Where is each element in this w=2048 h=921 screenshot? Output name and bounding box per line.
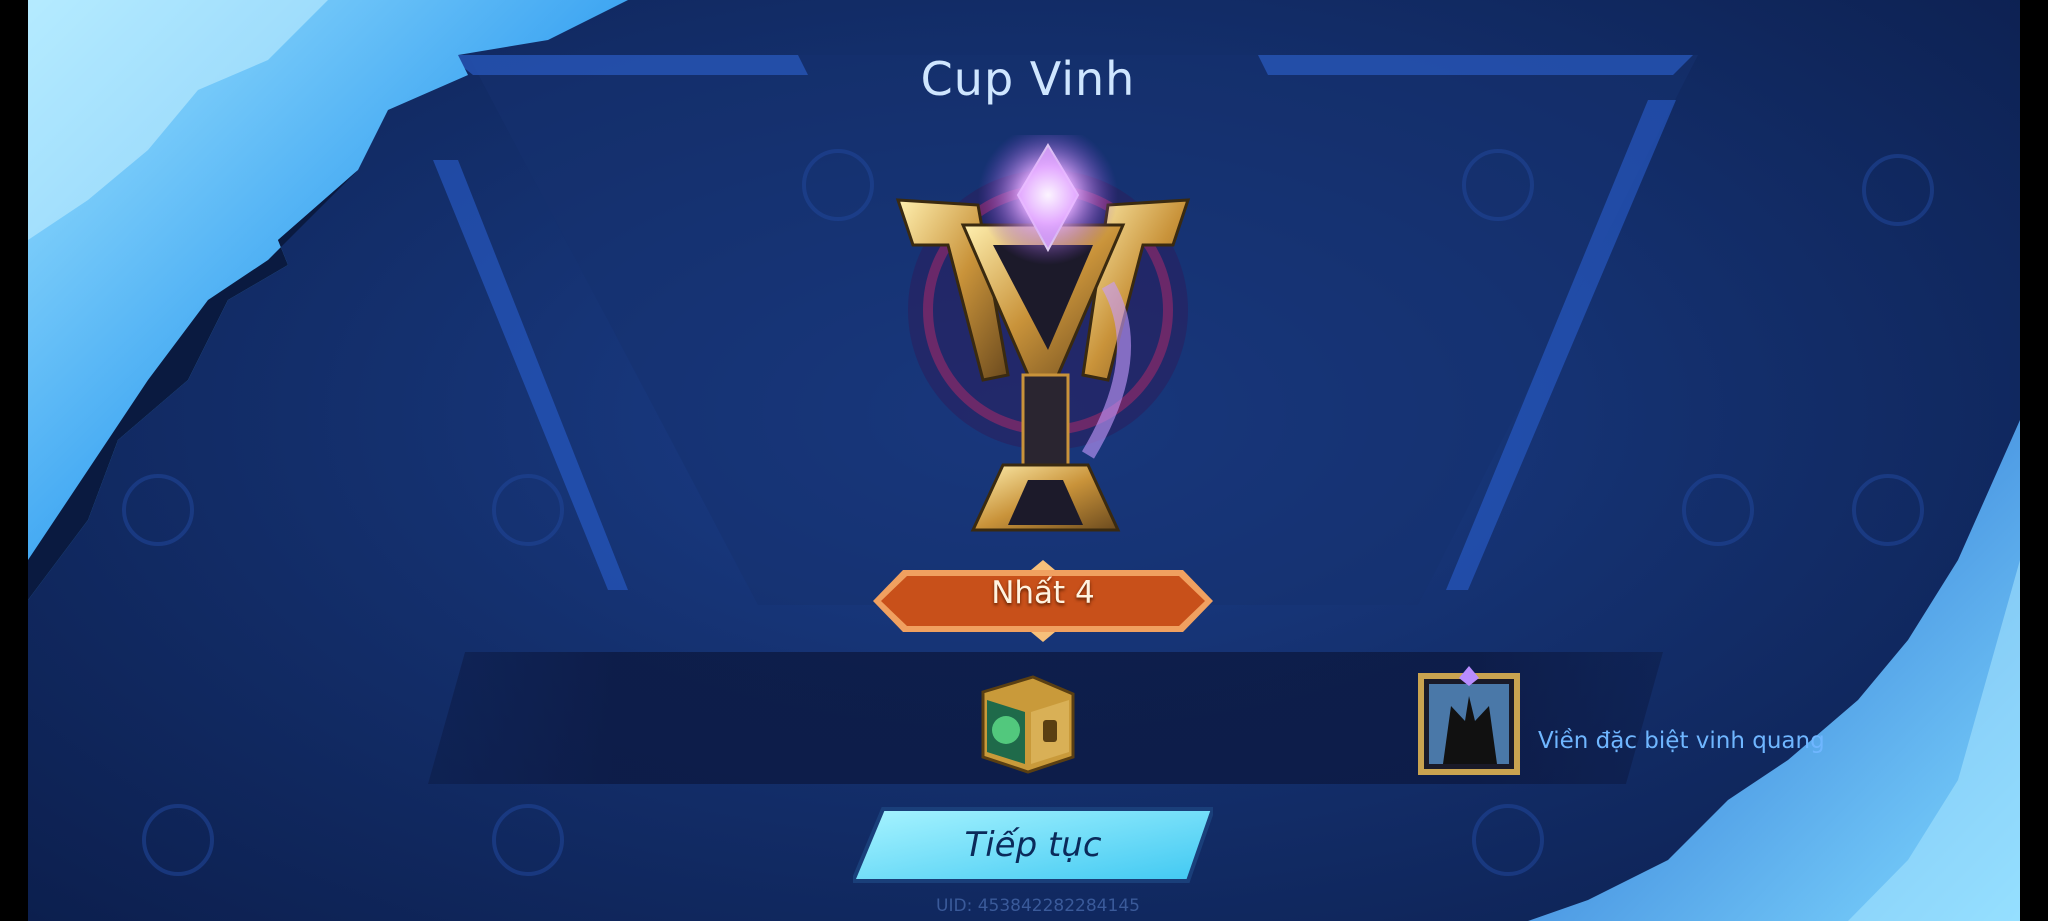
avatar-frame-icon[interactable] [1413, 666, 1525, 778]
page-title: Cup Vinh [920, 52, 1136, 106]
treasure-chest-icon[interactable] [973, 672, 1083, 776]
continue-button-label: Tiếp tục [964, 825, 1102, 865]
continue-button[interactable]: Tiếp tục [853, 805, 1213, 885]
uid-label: UID: 453842282284145 [936, 896, 1140, 916]
trophy-icon [895, 135, 1191, 532]
rank-label: Nhất 4 [991, 575, 1095, 611]
frame-reward-label: Viền đặc biệt vinh quang [1538, 728, 1825, 754]
game-screen: Cup Vinh Nhất 4 Viền đặc biệt vinh quang… [28, 0, 2020, 921]
